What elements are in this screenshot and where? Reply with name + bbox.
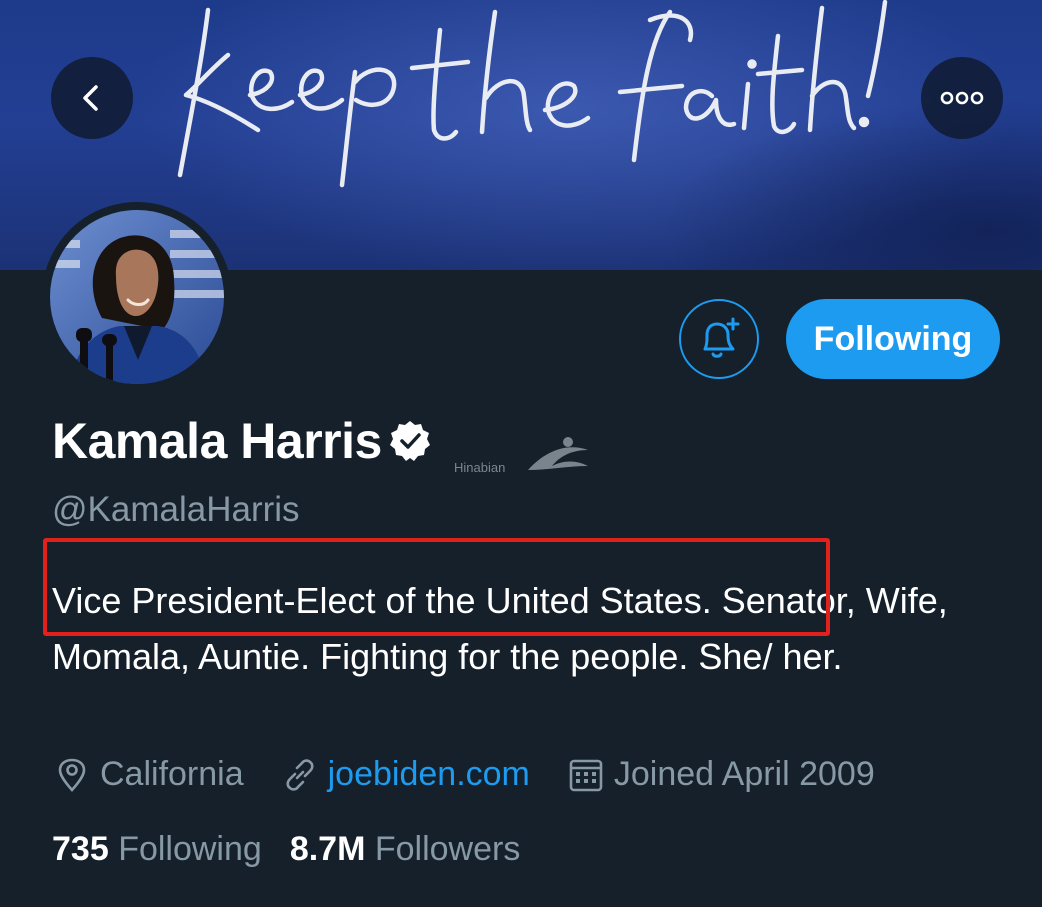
- profile-photo: [50, 210, 224, 384]
- calendar-icon: [569, 759, 603, 791]
- more-options-button[interactable]: [921, 57, 1003, 139]
- banner-handwriting: [177, 0, 888, 188]
- name-row: Kamala Harris: [52, 412, 432, 470]
- watermark-text: Hinabian: [454, 460, 506, 475]
- location-text: California: [100, 755, 244, 793]
- website-link[interactable]: joebiden.com: [328, 755, 530, 794]
- follow-stats: 735 Following 8.7M Followers: [52, 830, 548, 869]
- following-button[interactable]: Following: [786, 299, 1000, 379]
- following-stat[interactable]: 735 Following: [52, 830, 262, 869]
- followers-label: Followers: [374, 830, 521, 868]
- more-horizontal-icon: [940, 91, 984, 105]
- location-pin-icon: [58, 758, 86, 792]
- joined-text: Joined April 2009: [613, 755, 875, 793]
- bell-plus-icon: [703, 317, 740, 358]
- location-item: California: [54, 755, 244, 794]
- display-name: Kamala Harris: [52, 413, 382, 469]
- followers-stat[interactable]: 8.7M Followers: [290, 830, 521, 869]
- followers-count: 8.7M: [289, 830, 366, 868]
- website-item[interactable]: joebiden.com: [282, 755, 530, 794]
- back-button[interactable]: [51, 57, 133, 139]
- red-highlight-box: [43, 538, 830, 636]
- profile-page: Following Kamala Harris Hinabian @Kamala…: [0, 0, 1042, 907]
- user-handle: @KamalaHarris: [52, 490, 300, 529]
- link-icon: [286, 758, 314, 791]
- chevron-left-icon: [83, 85, 98, 111]
- watermark: Hinabian: [448, 430, 598, 480]
- joined-item: Joined April 2009: [568, 755, 875, 794]
- profile-meta: California joebiden.com Joined April 200…: [54, 755, 913, 794]
- verified-badge-icon: [389, 421, 430, 461]
- following-count: 735: [52, 830, 109, 868]
- following-label: Following: [118, 830, 262, 868]
- avatar[interactable]: [42, 202, 232, 392]
- notifications-button[interactable]: [679, 299, 759, 379]
